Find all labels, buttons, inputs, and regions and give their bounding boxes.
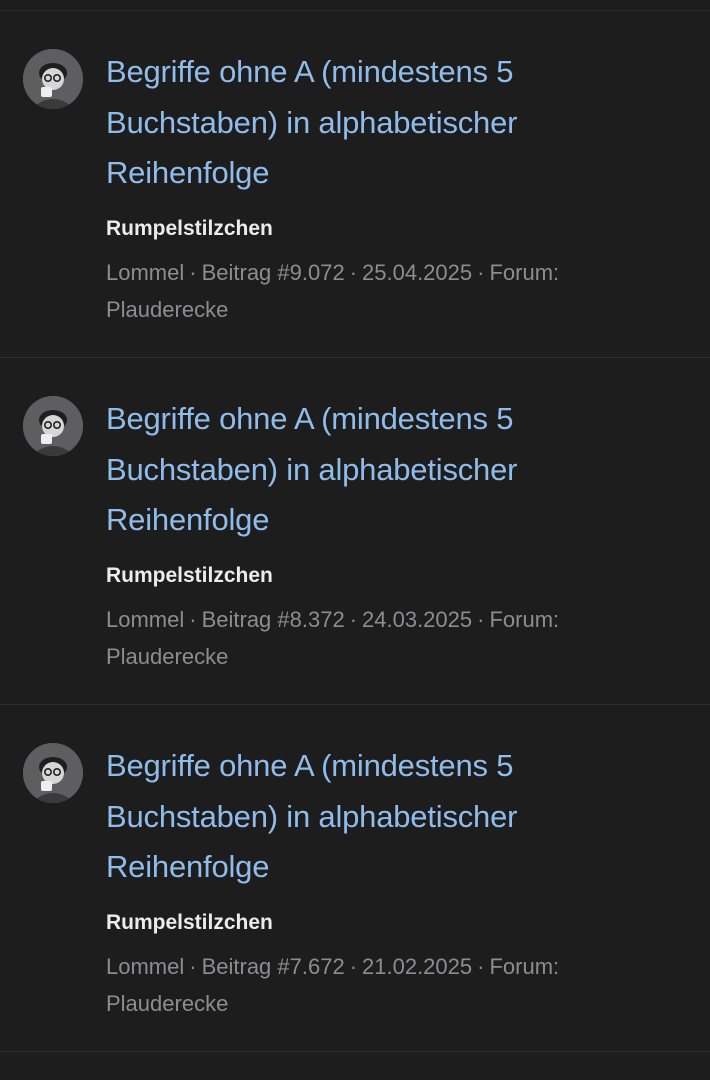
post-number-link[interactable]: Beitrag #7.672 (202, 954, 345, 979)
snippet-text: Lommel (106, 259, 185, 285)
separator: · (349, 953, 358, 979)
post-date: 25.04.2025 (362, 259, 473, 285)
user-avatar-icon[interactable] (23, 743, 83, 803)
forum-label: Forum: (489, 953, 560, 979)
post-date: 21.02.2025 (362, 953, 473, 979)
author-name[interactable]: Rumpelstilzchen (106, 563, 666, 589)
separator: · (349, 606, 358, 632)
separator: · (189, 953, 197, 979)
user-avatar-icon[interactable] (23, 396, 83, 456)
forum-link[interactable]: Plauderecke (106, 644, 228, 669)
thread-title-link[interactable]: Begriffe ohne A (mindestens 5 Buchstaben… (106, 47, 666, 199)
separator: · (477, 259, 485, 285)
user-avatar-icon[interactable] (23, 49, 83, 109)
post-number-link[interactable]: Beitrag #9.072 (202, 260, 345, 285)
separator: · (189, 606, 197, 632)
result-meta: Lommel · Beitrag #8.372 · 24.03.2025 · Forum: … (106, 601, 646, 675)
search-result-item: Begriffe ohne A (mindestens 5 Buchstaben… (0, 358, 710, 705)
separator: · (349, 259, 358, 285)
search-results-list: Begriffe ohne A (mindestens 5 Buchstaben… (0, 0, 710, 1080)
author-name[interactable]: Rumpelstilzchen (106, 910, 666, 936)
search-result-item: Begriffe ohne A (mindestens 5 Buchstaben… (0, 705, 710, 1052)
search-result-item: Begriffe ohne A (mindestens 5 Buchstaben… (0, 11, 710, 358)
separator: · (189, 259, 197, 285)
result-meta: Lommel · Beitrag #7.672 · 21.02.2025 · Forum: … (106, 948, 646, 1022)
result-meta: Lommel · Beitrag #9.072 · 25.04.2025 · Forum: … (106, 254, 646, 328)
thread-title-link[interactable]: Begriffe ohne A (mindestens 5 Buchstaben… (106, 394, 666, 546)
separator: · (477, 953, 485, 979)
post-date: 24.03.2025 (362, 606, 473, 632)
separator: · (477, 606, 485, 632)
forum-label: Forum: (489, 606, 560, 632)
forum-label: Forum: (489, 259, 560, 285)
forum-link[interactable]: Plauderecke (106, 297, 228, 322)
forum-link[interactable]: Plauderecke (106, 991, 228, 1016)
post-number-link[interactable]: Beitrag #8.372 (202, 607, 345, 632)
thread-title-link[interactable]: Begriffe ohne A (mindestens 5 Buchstaben… (106, 741, 666, 893)
snippet-text: Lommel (106, 606, 185, 632)
author-name[interactable]: Rumpelstilzchen (106, 216, 666, 242)
snippet-text: Lommel (106, 953, 185, 979)
